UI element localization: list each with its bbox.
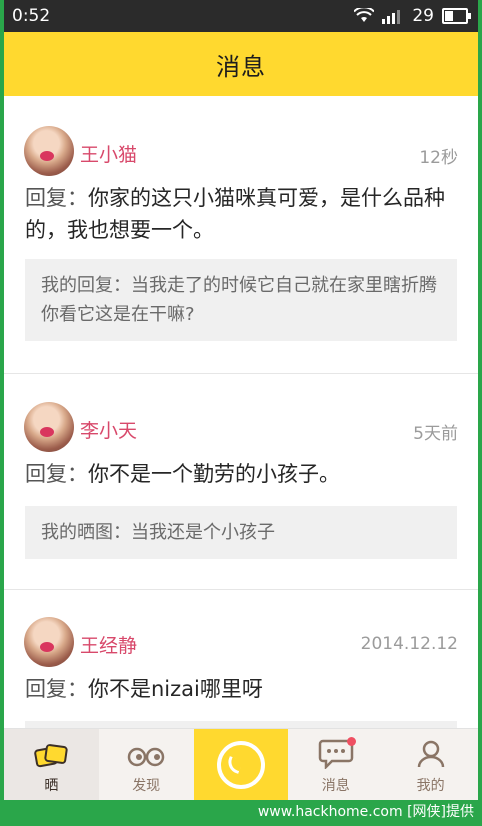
avatar[interactable] <box>24 402 74 452</box>
avatar[interactable] <box>24 617 74 667</box>
tab-me[interactable]: 我的 <box>383 729 478 800</box>
message-time: 5天前 <box>413 424 458 444</box>
message-item[interactable]: 王经静 2014.12.12 回复：你不是nizai哪里呀 <box>4 589 478 728</box>
watermark: www.hackhome.com [网侠]提供 <box>257 804 474 820</box>
sender-name[interactable]: 王经静 <box>80 631 137 658</box>
reply-content: 你不是nizai哪里呀 <box>88 677 263 701</box>
status-time: 0:52 <box>12 6 51 26</box>
battery-level: 29 <box>412 6 434 26</box>
tab-label: 消息 <box>321 778 350 794</box>
avatar[interactable] <box>24 126 74 176</box>
reply-prefix: 回复： <box>25 186 88 210</box>
signal-icon <box>382 10 401 24</box>
camera-icon <box>216 741 265 789</box>
tab-discover[interactable]: 发现 <box>99 729 194 800</box>
tab-shai[interactable]: 晒 <box>4 729 99 800</box>
tab-messages[interactable]: 消息 <box>288 729 383 800</box>
tab-label: 我的 <box>416 778 445 794</box>
reply-text: 回复：你不是一个勤劳的小孩子。 <box>25 458 465 490</box>
quoted-original[interactable] <box>25 721 457 728</box>
reply-content: 你不是一个勤劳的小孩子。 <box>88 462 340 486</box>
reply-text: 回复：你家的这只小猫咪真可爱，是什么品种的，我也想要一个。 <box>25 182 465 246</box>
quoted-original[interactable]: 我的晒图：当我还是个小孩子 <box>25 506 457 559</box>
message-time: 2014.12.12 <box>360 634 458 654</box>
page-title: 消息 <box>4 32 478 96</box>
message-time: 12秒 <box>419 148 458 168</box>
unread-badge <box>347 737 357 746</box>
bottom-tab-bar: 晒 发现 消息 我的 <box>4 728 478 800</box>
user-icon <box>417 740 444 768</box>
photo-cards-icon <box>34 744 69 768</box>
message-item[interactable]: 王小猫 12秒 回复：你家的这只小猫咪真可爱，是什么品种的，我也想要一个。 我的… <box>4 96 478 374</box>
battery-icon <box>442 8 471 24</box>
message-list[interactable]: 王小猫 12秒 回复：你家的这只小猫咪真可爱，是什么品种的，我也想要一个。 我的… <box>4 96 478 728</box>
reply-prefix: 回复： <box>25 677 88 701</box>
sender-name[interactable]: 王小猫 <box>80 140 137 167</box>
message-item[interactable]: 李小天 5天前 回复：你不是一个勤劳的小孩子。 我的晒图：当我还是个小孩子 <box>4 373 478 590</box>
reply-prefix: 回复： <box>25 462 88 486</box>
eyes-icon <box>127 747 165 767</box>
status-icons: 29 <box>354 6 471 26</box>
reply-text: 回复：你不是nizai哪里呀 <box>25 673 465 705</box>
screen: 0:52 29 消息 王小猫 12秒 回复：你家的这只小猫咪真可爱，是什么品种的… <box>4 0 478 800</box>
camera-button[interactable] <box>193 729 289 800</box>
reply-content: 你家的这只小猫咪真可爱，是什么品种的，我也想要一个。 <box>25 186 445 242</box>
tab-label: 发现 <box>132 778 161 794</box>
status-bar: 0:52 29 <box>4 0 478 32</box>
wifi-icon <box>354 8 375 22</box>
quoted-original[interactable]: 我的回复：当我走了的时候它自己就在家里瞎折腾你看它这是在干嘛? <box>25 259 457 341</box>
tab-label: 晒 <box>44 778 59 794</box>
sender-name[interactable]: 李小天 <box>80 416 137 443</box>
